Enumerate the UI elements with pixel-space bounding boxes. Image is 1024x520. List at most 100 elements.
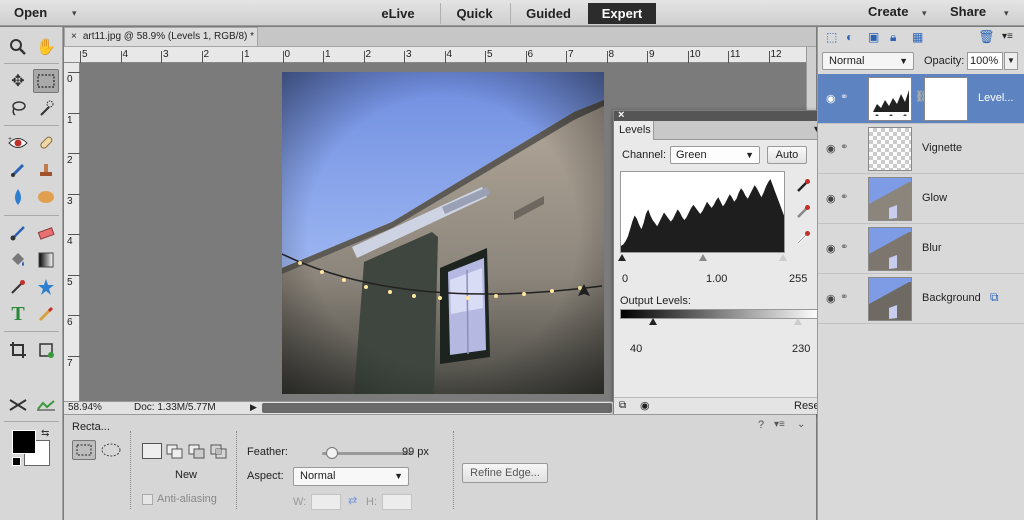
aspect-select[interactable]: Normal ▼ bbox=[293, 467, 409, 486]
lasso-tool-icon[interactable] bbox=[5, 96, 31, 120]
quick-selection-tool-icon[interactable] bbox=[33, 96, 59, 120]
recompose-tool-icon[interactable] bbox=[33, 338, 59, 362]
input-gamma-slider[interactable] bbox=[699, 254, 707, 261]
visibility-eye-icon[interactable]: ◉ bbox=[826, 142, 836, 155]
visibility-eye-icon[interactable]: ◉ bbox=[826, 192, 836, 205]
input-black-slider[interactable] bbox=[618, 254, 626, 261]
share-dropdown-icon[interactable]: ▾ bbox=[1004, 8, 1009, 19]
type-tool-icon[interactable]: T bbox=[5, 302, 31, 326]
open-dropdown-icon[interactable]: ▾ bbox=[72, 8, 77, 19]
straighten-tool-icon[interactable] bbox=[33, 393, 59, 417]
output-black-slider[interactable] bbox=[649, 318, 657, 325]
new-selection-option[interactable] bbox=[142, 443, 162, 459]
paint-bucket-tool-icon[interactable] bbox=[5, 248, 31, 272]
link-icon[interactable]: ⚭ bbox=[840, 292, 848, 303]
create-dropdown-icon[interactable]: ▾ bbox=[922, 8, 927, 19]
collapse-options-icon[interactable]: ⌄ bbox=[797, 419, 805, 430]
rectangle-marquee-option[interactable] bbox=[72, 440, 96, 460]
red-eye-tool-icon[interactable]: + bbox=[5, 131, 31, 155]
refine-edge-button[interactable]: Refine Edge... bbox=[462, 463, 548, 483]
document-tab[interactable]: × art11.jpg @ 58.9% (Levels 1, RGB/8) * bbox=[64, 27, 258, 47]
swap-colors-icon[interactable]: ⇆ bbox=[41, 428, 49, 439]
layer-row-background[interactable]: ◉ ⚭ Background ⧉ bbox=[818, 274, 1024, 324]
sponge-tool-icon[interactable] bbox=[33, 185, 59, 209]
layer-mask-icon[interactable]: ▣ bbox=[868, 30, 879, 44]
document-image[interactable] bbox=[282, 72, 604, 394]
visibility-eye-icon[interactable]: ◉ bbox=[826, 242, 836, 255]
foreground-color-front[interactable] bbox=[12, 430, 36, 454]
auto-button[interactable]: Auto bbox=[767, 146, 807, 164]
background-lock-icon[interactable]: ⧉ bbox=[990, 290, 999, 305]
blend-mode-select[interactable]: Normal ▼ bbox=[822, 52, 914, 70]
input-white-value[interactable]: 255 bbox=[789, 273, 807, 285]
swap-dimensions-icon[interactable]: ⇄ bbox=[348, 494, 357, 507]
output-white-slider[interactable] bbox=[794, 318, 802, 325]
black-point-eyedropper-icon[interactable] bbox=[796, 177, 812, 196]
opacity-dropdown-icon[interactable]: ▼ bbox=[1004, 52, 1018, 70]
opacity-input[interactable]: 100% bbox=[967, 52, 1003, 70]
move-tool-icon[interactable]: ✥ bbox=[5, 69, 31, 93]
subtract-from-selection-icon[interactable] bbox=[188, 443, 206, 462]
input-gamma-value[interactable]: 1.00 bbox=[706, 273, 727, 285]
layer-row-glow[interactable]: ◉ ⚭ Glow bbox=[818, 174, 1024, 224]
gradient-tool-icon[interactable] bbox=[33, 248, 59, 272]
anti-aliasing-checkbox[interactable] bbox=[142, 494, 153, 505]
custom-shape-tool-icon[interactable] bbox=[33, 275, 59, 299]
layer-row-vignette[interactable]: ◉ ⚭ Vignette bbox=[818, 124, 1024, 174]
options-menu-icon[interactable]: ▾≡ bbox=[774, 419, 785, 430]
default-colors-icon[interactable] bbox=[12, 457, 21, 466]
open-button[interactable]: Open bbox=[14, 5, 47, 20]
close-document-icon[interactable]: × bbox=[71, 31, 77, 42]
mode-tab-guided[interactable]: Guided bbox=[510, 3, 586, 24]
mode-tab-expert[interactable]: Expert bbox=[588, 3, 656, 24]
clip-to-layer-icon[interactable]: ⧉ bbox=[619, 400, 626, 411]
share-button[interactable]: Share bbox=[950, 4, 986, 19]
visibility-eye-icon[interactable]: ◉ bbox=[640, 399, 650, 412]
close-panel-icon[interactable]: × bbox=[618, 109, 624, 121]
link-icon[interactable]: ⚭ bbox=[840, 142, 848, 153]
height-input[interactable] bbox=[382, 494, 412, 510]
zoom-tool-icon[interactable] bbox=[5, 35, 31, 59]
mode-tab-elive[interactable]: eLive bbox=[374, 3, 422, 24]
create-button[interactable]: Create bbox=[868, 4, 908, 19]
status-menu-icon[interactable]: ▶ bbox=[250, 401, 257, 413]
tab-levels[interactable]: Levels bbox=[614, 121, 654, 140]
levels-titlebar[interactable] bbox=[614, 111, 830, 121]
smart-brush-tool-icon[interactable] bbox=[5, 158, 31, 182]
input-white-slider[interactable] bbox=[779, 254, 787, 261]
new-layer-icon[interactable]: ⬚ bbox=[826, 30, 837, 44]
output-white-value[interactable]: 230 bbox=[792, 343, 810, 355]
lock-all-icon[interactable]: 🔒︎ bbox=[890, 30, 896, 45]
adjustment-layer-icon[interactable]: ◐ bbox=[846, 30, 853, 44]
link-icon[interactable]: ⚭ bbox=[840, 242, 848, 253]
delete-layer-icon[interactable]: 🗑︎ bbox=[978, 29, 995, 45]
link-icon[interactable]: ⚭ bbox=[840, 92, 848, 103]
width-input[interactable] bbox=[311, 494, 341, 510]
gray-point-eyedropper-icon[interactable] bbox=[796, 203, 812, 222]
visibility-eye-icon[interactable]: ◉ bbox=[826, 292, 836, 305]
hand-tool-icon[interactable]: ✋ bbox=[33, 35, 59, 59]
pencil-tool-icon[interactable] bbox=[33, 302, 59, 326]
lock-transparency-icon[interactable]: ▦ bbox=[912, 30, 923, 44]
channel-select[interactable]: Green ▼ bbox=[670, 146, 760, 164]
add-to-selection-icon[interactable] bbox=[166, 443, 184, 462]
layer-row-levels[interactable]: ◉ ⚭ ⛓︎ Level... bbox=[818, 74, 1024, 124]
layers-menu-icon[interactable]: ▾≡ bbox=[1002, 31, 1013, 42]
mode-tab-quick[interactable]: Quick bbox=[440, 3, 508, 24]
horizontal-scrollbar[interactable] bbox=[262, 403, 612, 413]
clone-stamp-tool-icon[interactable] bbox=[33, 158, 59, 182]
feather-slider-handle[interactable] bbox=[326, 447, 338, 459]
visibility-eye-icon[interactable]: ◉ bbox=[826, 92, 836, 105]
input-black-value[interactable]: 0 bbox=[622, 273, 628, 285]
content-aware-move-tool-icon[interactable] bbox=[5, 393, 31, 417]
blur-tool-icon[interactable] bbox=[5, 185, 31, 209]
ellipse-marquee-option[interactable] bbox=[100, 442, 122, 461]
rectangular-marquee-tool-icon[interactable] bbox=[33, 69, 59, 93]
link-icon[interactable]: ⚭ bbox=[840, 192, 848, 203]
feather-value[interactable]: 99 px bbox=[402, 446, 429, 458]
help-icon[interactable]: ? bbox=[758, 419, 764, 431]
eraser-tool-icon[interactable] bbox=[33, 221, 59, 245]
white-point-eyedropper-icon[interactable] bbox=[796, 229, 812, 248]
spot-healing-tool-icon[interactable] bbox=[33, 131, 59, 155]
crop-tool-icon[interactable] bbox=[5, 338, 31, 362]
